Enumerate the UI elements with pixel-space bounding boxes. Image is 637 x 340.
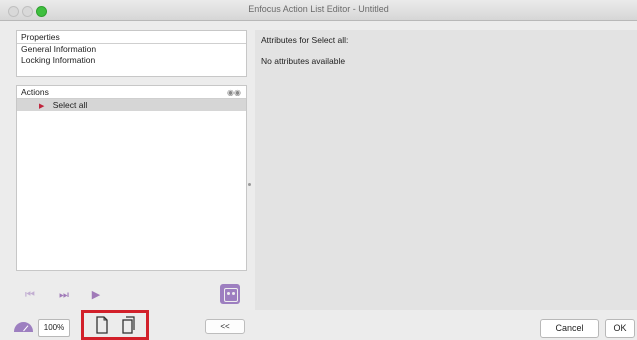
action-item-label: Select all (52, 100, 88, 110)
collapse-button[interactable]: << (205, 319, 245, 334)
title-bar: Enfocus Action List Editor - Untitled (0, 0, 637, 21)
actions-header-label: Actions (21, 87, 49, 97)
actions-panel: Actions ◉◉ ▶ Select all (16, 85, 247, 271)
properties-item-locking[interactable]: Locking Information (17, 55, 246, 66)
properties-item-general[interactable]: General Information (17, 44, 246, 55)
annotation-highlight (81, 310, 149, 340)
step-icon[interactable]: ⏭ (54, 287, 74, 303)
duplicate-document-icon[interactable] (121, 316, 137, 334)
attributes-panel: Attributes for Select all: No attributes… (255, 30, 637, 310)
properties-panel: Properties General Information Locking I… (16, 30, 247, 77)
preview-face (224, 288, 238, 302)
gauge-icon[interactable] (14, 322, 33, 332)
ok-button[interactable]: OK (605, 319, 635, 338)
actions-header: Actions ◉◉ (17, 86, 246, 99)
disclosure-arrow-icon[interactable]: ▶ (39, 103, 44, 110)
window-title: Enfocus Action List Editor - Untitled (248, 4, 389, 14)
preview-icon[interactable] (220, 284, 240, 304)
properties-header: Properties (17, 31, 246, 44)
attributes-header: Attributes for Select all: (261, 35, 349, 45)
panel-splitter[interactable] (248, 183, 251, 186)
new-document-icon[interactable] (94, 316, 110, 334)
first-icon[interactable]: ⏮ (20, 287, 40, 303)
zoom-field[interactable]: 100% (38, 319, 70, 337)
action-item-select-all[interactable]: ▶ Select all (17, 99, 246, 111)
cancel-button[interactable]: Cancel (540, 319, 599, 338)
play-icon[interactable]: ▶ (86, 287, 106, 303)
glasses-icon[interactable]: ◉◉ (227, 87, 241, 99)
attributes-empty-message: No attributes available (261, 56, 346, 66)
